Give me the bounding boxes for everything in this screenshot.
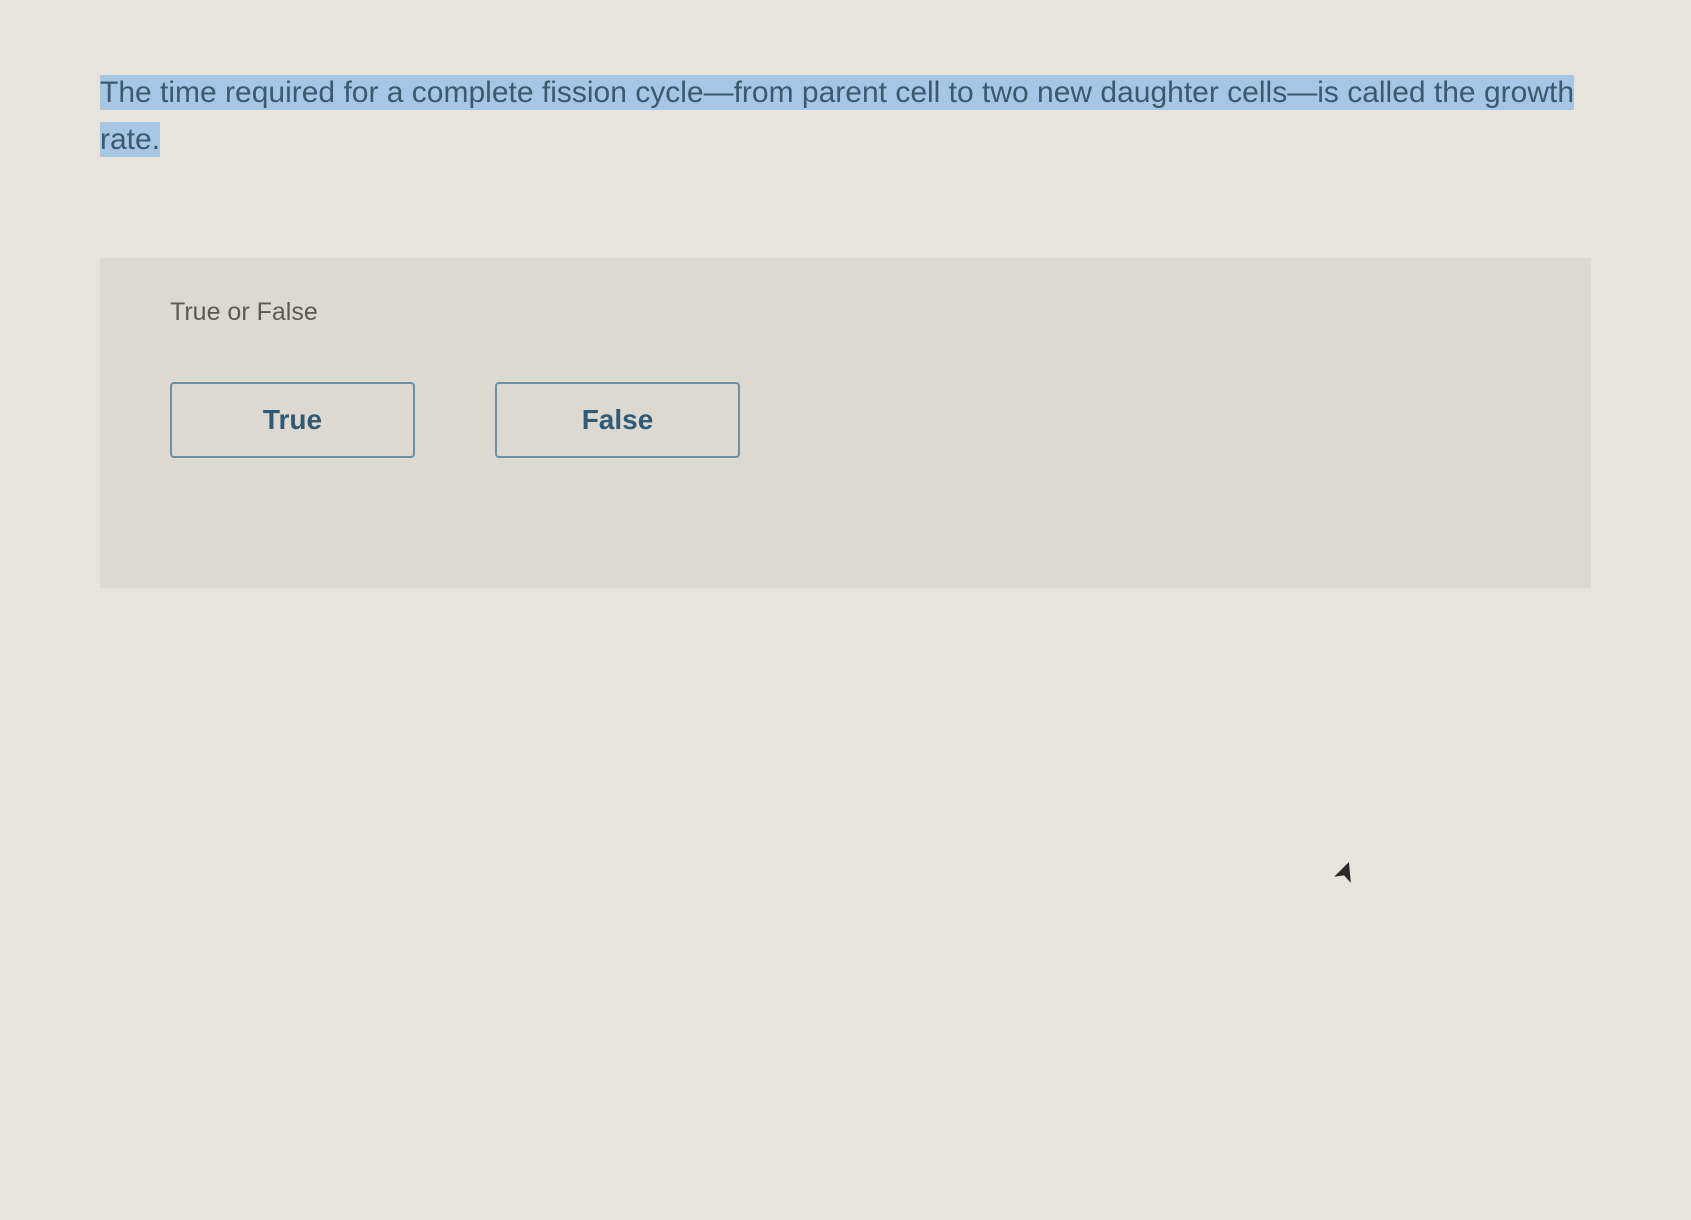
answer-prompt: True or False: [170, 298, 1521, 327]
question-highlight: The time required for a complete fission…: [100, 75, 1574, 157]
true-button[interactable]: True: [170, 382, 415, 458]
question-text: The time required for a complete fission…: [100, 70, 1591, 163]
answer-panel: True or False True False: [100, 258, 1591, 588]
question-area: The time required for a complete fission…: [0, 0, 1691, 588]
cursor-icon: ➤: [1325, 855, 1364, 888]
false-button[interactable]: False: [495, 382, 740, 458]
button-row: True False: [170, 382, 1521, 458]
